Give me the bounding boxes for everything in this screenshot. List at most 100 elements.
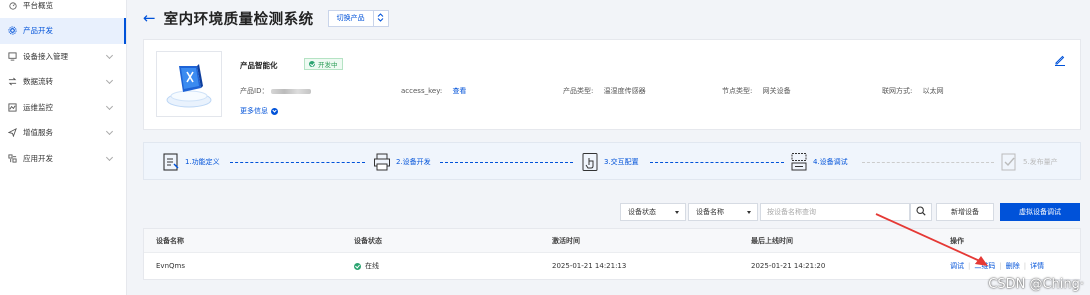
column-header: 设备名称 <box>156 237 184 245</box>
caret-down-icon <box>747 211 751 214</box>
product-image <box>156 51 222 117</box>
node-type-label: 节点类型: <box>722 87 753 95</box>
product-card: 产品智能化 开发中 产品ID： access_key: 查看 产品类型: 温湿度… <box>143 39 1081 130</box>
step-publish: 5.发布量产 <box>1000 152 1058 172</box>
sidebar-item-label: 设备接入管理 <box>23 51 68 61</box>
step-function-definition[interactable]: 1.功能定义 <box>162 152 220 172</box>
step-connector <box>440 161 573 163</box>
device-icon <box>8 52 17 61</box>
service-icon <box>8 128 17 138</box>
last-online-cell: 2025-01-21 14:21:20 <box>751 262 826 270</box>
progress-steps: 1.功能定义 2.设备开发 3.交互配置 4.设备调试 5.发布量产 <box>143 142 1081 180</box>
status-badge-label: 开发中 <box>318 61 338 69</box>
product-id-field: 产品ID： <box>240 86 311 96</box>
definition-icon <box>162 152 180 172</box>
product-type-label: 产品类型: <box>563 87 594 95</box>
device-name-select-value: 设备名称 <box>696 208 724 216</box>
step-label: 3.交互配置 <box>604 158 639 166</box>
gear-icon <box>8 26 17 35</box>
product-name: 产品智能化 <box>240 61 278 70</box>
touch-icon <box>581 152 599 172</box>
step-connector <box>230 161 365 163</box>
sidebar-item-device-access[interactable]: 设备接入管理 <box>0 44 126 70</box>
table-header: 设备名称 设备状态 激活时间 最后上线时间 操作 <box>144 229 1080 253</box>
switch-product-button[interactable]: 切换产品 <box>327 9 389 27</box>
product-id-redacted <box>270 88 311 94</box>
dashboard-icon <box>8 1 17 10</box>
search-button[interactable] <box>910 203 932 221</box>
chevron-down-icon <box>271 107 278 115</box>
printer-icon <box>373 152 391 172</box>
swap-icon <box>374 12 388 24</box>
column-header: 最后上线时间 <box>751 237 793 245</box>
watermark: CSDN @Ching· <box>988 277 1084 292</box>
sidebar-item-label: 产品开发 <box>23 26 53 36</box>
network-field: 联网方式: 以太网 <box>882 86 944 96</box>
edit-icon[interactable] <box>1054 54 1066 66</box>
monitor-icon <box>8 103 17 112</box>
column-header: 设备状态 <box>354 237 382 245</box>
step-device-development[interactable]: 2.设备开发 <box>373 152 431 172</box>
sidebar-item-label: 应用开发 <box>23 153 53 163</box>
step-label: 2.设备开发 <box>396 158 431 166</box>
detail-action-link[interactable]: 详情 <box>1030 262 1044 270</box>
sidebar-item-value-service[interactable]: 增值服务 <box>0 120 126 146</box>
status-badge: 开发中 <box>304 58 343 70</box>
back-arrow-icon[interactable]: ← <box>143 10 156 26</box>
chevron-down-icon <box>105 102 114 110</box>
page-header: ← 室内环境质量检测系统 切换产品 <box>143 8 389 28</box>
device-status-select-value: 设备状态 <box>628 208 656 216</box>
qrcode-action-link[interactable]: 二维码 <box>974 262 995 270</box>
access-key-label: access_key: <box>401 87 443 95</box>
sidebar-item-product-dev[interactable]: 产品开发 <box>0 18 126 44</box>
add-device-button[interactable]: 新增设备 <box>936 203 994 221</box>
page-title: 室内环境质量检测系统 <box>163 11 314 28</box>
step-interaction-config[interactable]: 3.交互配置 <box>581 152 639 172</box>
product-type-field: 产品类型: 温湿度传感器 <box>563 86 646 96</box>
device-name-cell: EvnQms <box>156 262 185 270</box>
step-connector <box>650 161 784 163</box>
column-header: 激活时间 <box>552 237 580 245</box>
sidebar-item-app-dev[interactable]: 应用开发 <box>0 146 126 172</box>
sidebar-item-label: 数据流转 <box>23 77 53 87</box>
step-label: 1.功能定义 <box>185 158 220 166</box>
device-status-text: 在线 <box>365 262 379 270</box>
table-row: EvnQms 在线 2025-01-21 14:21:13 2025-01-21… <box>144 254 1080 278</box>
node-type-value: 网关设备 <box>762 87 791 95</box>
delete-action-link[interactable]: 删除 <box>1006 262 1020 270</box>
sidebar-item-overview[interactable]: 平台概览 <box>0 0 126 11</box>
caret-down-icon <box>675 211 679 214</box>
sidebar-item-label: 运维监控 <box>23 102 53 112</box>
access-key-field: access_key: 查看 <box>401 86 466 96</box>
chevron-down-icon <box>105 153 114 161</box>
chevron-down-icon <box>105 51 114 59</box>
sidebar-item-label: 增值服务 <box>23 128 53 138</box>
step-connector <box>862 161 994 163</box>
step-device-debug[interactable]: 4.设备调试 <box>790 152 848 172</box>
chevron-down-icon <box>105 76 114 85</box>
debug-action-link[interactable]: 调试 <box>950 262 964 270</box>
actions-cell: 调试 | 二维码 | 删除 | 详情 <box>950 262 1045 270</box>
switch-product-label: 切换产品 <box>329 10 374 26</box>
sidebar-item-monitor[interactable]: 运维监控 <box>0 95 126 121</box>
virtual-device-debug-button[interactable]: 虚拟设备调试 <box>1000 203 1080 221</box>
node-type-field: 节点类型: 网关设备 <box>722 86 791 96</box>
check-circle-icon <box>354 262 361 270</box>
flow-icon <box>8 77 17 86</box>
sidebar-item-label: 平台概览 <box>23 1 53 10</box>
chevron-down-icon <box>105 127 114 136</box>
sidebar: 平台概览 产品开发 设备接入管理 数据流转 运维监控 增值服务 应用开发 <box>0 0 127 295</box>
check-icon <box>309 61 315 67</box>
sidebar-item-data-flow[interactable]: 数据流转 <box>0 69 126 95</box>
activated-time-cell: 2025-01-21 14:21:13 <box>552 262 627 270</box>
network-value: 以太网 <box>922 87 944 95</box>
search-input[interactable]: 按设备名称查询 <box>760 203 910 221</box>
device-status-cell: 在线 <box>354 254 379 280</box>
device-table: 设备名称 设备状态 激活时间 最后上线时间 操作 EvnQms 在线 2025-… <box>143 228 1081 280</box>
device-status-select[interactable]: 设备状态 <box>620 203 686 221</box>
publish-icon <box>1000 152 1018 172</box>
access-key-view-link[interactable]: 查看 <box>452 87 466 95</box>
more-info-link[interactable]: 更多信息 <box>240 106 278 116</box>
device-name-select[interactable]: 设备名称 <box>688 203 758 221</box>
step-label: 4.设备调试 <box>813 158 848 166</box>
